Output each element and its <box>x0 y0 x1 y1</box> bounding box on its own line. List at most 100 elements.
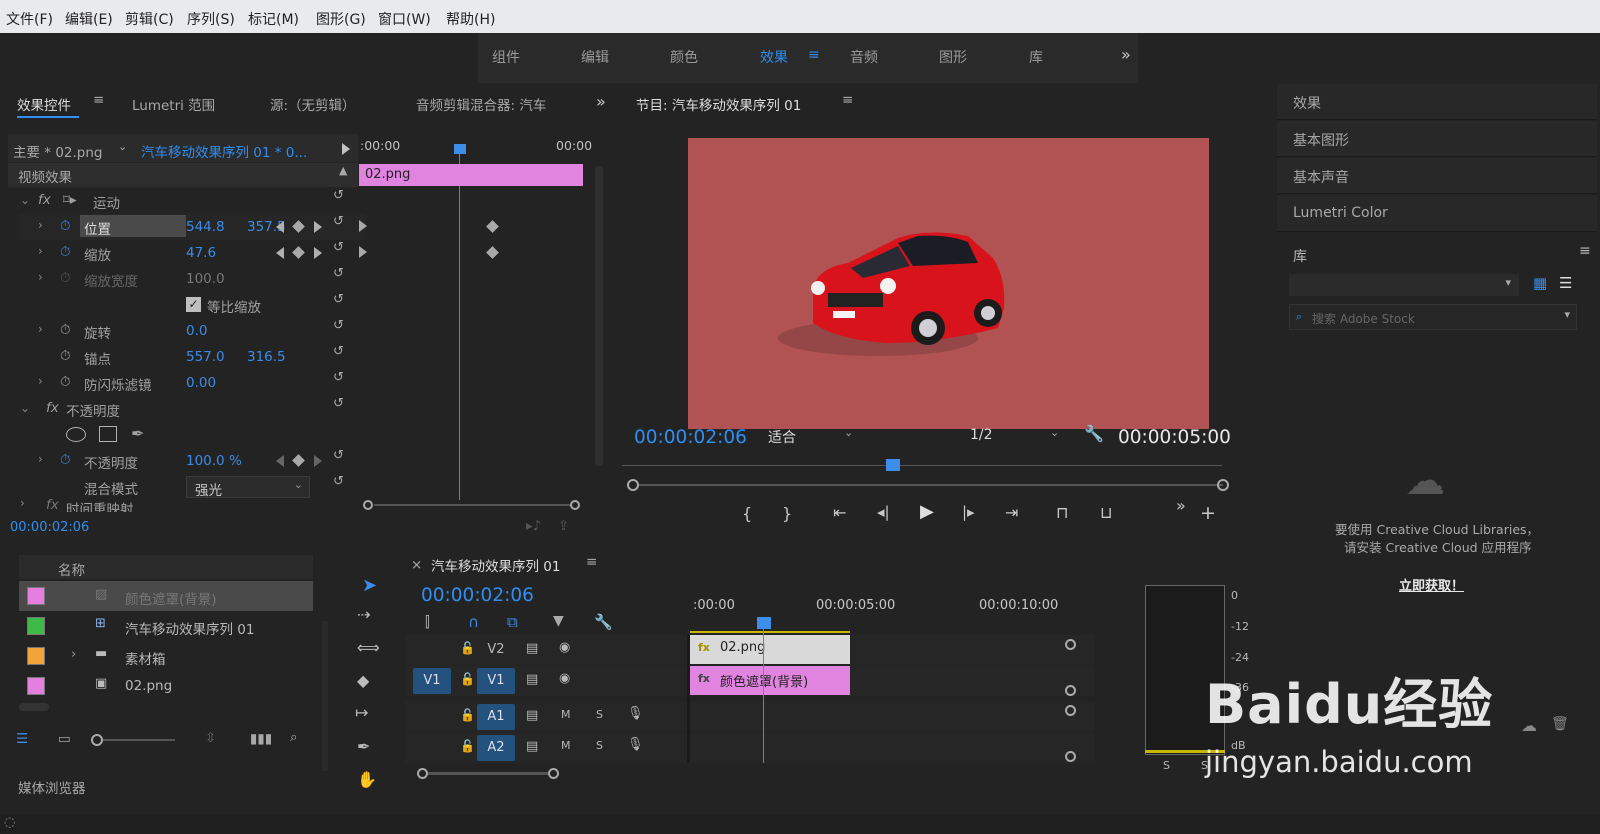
prev-keyframe-icon[interactable] <box>276 221 284 233</box>
program-frame[interactable] <box>688 138 1209 429</box>
go-to-in-icon[interactable]: ⇤ <box>833 503 846 522</box>
list-item[interactable]: ▣ 02.png <box>19 671 313 701</box>
menu-help[interactable]: 帮助(H) <box>446 9 495 29</box>
project-h-scrollbar[interactable] <box>19 703 49 711</box>
lock-icon[interactable]: 🔓 <box>460 708 475 722</box>
mark-in-icon[interactable]: { <box>742 504 752 523</box>
resolution-select[interactable]: 1/2 ⌄ <box>960 426 1066 446</box>
uniform-scale-checkbox[interactable]: ✓ <box>186 297 201 312</box>
workspace-color[interactable]: 颜色 <box>670 47 698 67</box>
keyframe-nav-icon[interactable] <box>359 246 367 258</box>
ec-timecode[interactable]: 00:00:02:06 <box>10 520 89 535</box>
tab-lumetri-scopes[interactable]: Lumetri 范围 <box>132 94 215 114</box>
panel-menu-icon[interactable]: ≡ <box>93 92 104 108</box>
chevron-right-icon[interactable]: › <box>38 218 43 232</box>
v-zoom-handle[interactable] <box>1065 639 1076 650</box>
search-icon[interactable]: ⌕ <box>290 729 298 745</box>
reset-icon[interactable]: ↺ <box>333 214 344 229</box>
workspace-editing[interactable]: 编辑 <box>581 47 609 67</box>
eye-icon[interactable]: ◉ <box>559 640 570 655</box>
tab-audio-clip-mixer[interactable]: 音频剪辑混合器: 汽车 <box>416 94 546 114</box>
stopwatch-icon[interactable]: ⏱ <box>60 244 71 260</box>
next-keyframe-icon[interactable] <box>314 455 322 467</box>
fit-select[interactable]: 适合 ⌄ <box>760 426 860 446</box>
stopwatch-icon[interactable]: ⏱ <box>60 452 71 468</box>
menu-graphics[interactable]: 图形(G) <box>316 9 366 29</box>
a-zoom-handle[interactable] <box>1065 751 1076 762</box>
timeline-settings-icon[interactable]: 🔧 <box>594 613 613 631</box>
timeline-playhead[interactable] <box>757 617 771 629</box>
solo-button[interactable]: S <box>596 708 603 721</box>
automate-icon[interactable]: ▮▮▮ <box>250 731 272 747</box>
a-zoom-handle[interactable] <box>1065 705 1076 716</box>
opacity-value[interactable]: 100.0 % <box>186 453 242 469</box>
pen-mask-icon[interactable]: ✒ <box>131 424 144 443</box>
sequence-tab[interactable]: 汽车移动效果序列 01 <box>431 555 560 575</box>
sync-lock-icon[interactable]: ▤ <box>526 708 538 723</box>
chevron-right-icon[interactable]: › <box>38 322 43 336</box>
mark-out-icon[interactable]: } <box>782 504 792 523</box>
collapse-up-icon[interactable]: ▲ <box>339 164 347 177</box>
keyframe-nav-icon[interactable] <box>359 220 367 232</box>
chevron-down-icon[interactable]: ⌄ <box>20 401 30 415</box>
razor-tool-icon[interactable]: ◆ <box>357 671 369 690</box>
label-color-swatch[interactable] <box>27 587 45 605</box>
ec-vertical-scrollbar[interactable] <box>595 166 603 466</box>
add-keyframe-icon[interactable] <box>292 454 305 467</box>
snap-icon[interactable]: ∩ <box>468 613 479 631</box>
program-timecode[interactable]: 00:00:02:06 <box>634 427 747 448</box>
sync-lock-icon[interactable]: ▤ <box>526 672 538 687</box>
list-view-icon[interactable]: ☰ <box>16 731 28 747</box>
master-dropdown-icon[interactable]: ⌄ <box>118 140 127 153</box>
hand-tool-icon[interactable]: ✋ <box>357 770 377 789</box>
workspace-overflow-icon[interactable]: » <box>1121 45 1131 64</box>
stopwatch-icon[interactable]: ⏱ <box>60 374 71 390</box>
anchor-y-value[interactable]: 316.5 <box>247 349 286 365</box>
tab-media-browser[interactable]: 媒体浏览器 <box>18 777 86 797</box>
grid-view-icon[interactable]: ▦ <box>1533 274 1547 292</box>
program-ruler[interactable] <box>622 465 1222 466</box>
scroll-handle-left[interactable] <box>627 479 639 491</box>
tab-effect-controls[interactable]: 效果控件 <box>17 94 71 114</box>
flicker-value[interactable]: 0.00 <box>186 375 216 391</box>
trash-icon[interactable]: 🗑 <box>1551 716 1569 732</box>
add-keyframe-icon[interactable] <box>292 246 305 259</box>
position-x-value[interactable]: 544.8 <box>186 219 225 235</box>
menu-edit[interactable]: 编辑(E) <box>65 9 113 29</box>
ripple-edit-icon[interactable]: ⟺ <box>357 638 380 657</box>
eye-icon[interactable]: ◉ <box>559 671 570 686</box>
panel-lumetri-color[interactable]: Lumetri Color <box>1277 196 1597 232</box>
solo-left-button[interactable]: S <box>1163 759 1170 772</box>
motion-transform-icon[interactable]: ⌑▸ <box>63 192 77 208</box>
nest-icon[interactable]: ⫿ <box>425 613 430 631</box>
solo-button[interactable]: S <box>596 739 603 752</box>
next-keyframe-icon[interactable] <box>314 247 322 259</box>
reset-icon[interactable]: ↺ <box>333 240 344 255</box>
selection-tool-icon[interactable]: ➤ <box>362 575 377 596</box>
anchor-x-value[interactable]: 557.0 <box>186 349 225 365</box>
mute-button[interactable]: M <box>561 739 571 752</box>
filter-icon[interactable]: ▸♪ <box>526 518 541 534</box>
export-icon[interactable]: ⇪ <box>558 518 569 534</box>
workspace-effects[interactable]: 效果 <box>760 47 788 67</box>
reset-icon[interactable]: ↺ <box>333 292 344 307</box>
reset-icon[interactable]: ↺ <box>333 448 344 463</box>
project-v-scrollbar[interactable] <box>322 621 328 771</box>
panel-menu-icon[interactable]: ≡ <box>586 554 597 570</box>
reset-icon[interactable]: ↺ <box>333 474 344 489</box>
keyframe-marker[interactable] <box>486 220 499 233</box>
label-color-swatch[interactable] <box>27 617 45 635</box>
go-to-out-icon[interactable]: ⇥ <box>1005 503 1018 522</box>
menu-file[interactable]: 文件(F) <box>6 9 53 29</box>
h-zoom-handle-right[interactable] <box>548 768 559 779</box>
reset-icon[interactable]: ↺ <box>333 344 344 359</box>
timeline-timecode[interactable]: 00:00:02:06 <box>421 585 534 606</box>
track-a2-label[interactable]: A2 <box>477 735 515 761</box>
add-keyframe-icon[interactable] <box>292 220 305 233</box>
step-back-icon[interactable]: ◂| <box>877 503 890 521</box>
reset-icon[interactable]: ↺ <box>333 188 344 203</box>
icon-view-icon[interactable]: ▭ <box>58 731 71 747</box>
keyframe-marker[interactable] <box>486 246 499 259</box>
get-cc-link[interactable]: 立即获取！ <box>1399 575 1464 594</box>
extract-icon[interactable]: ⊔ <box>1100 503 1112 522</box>
